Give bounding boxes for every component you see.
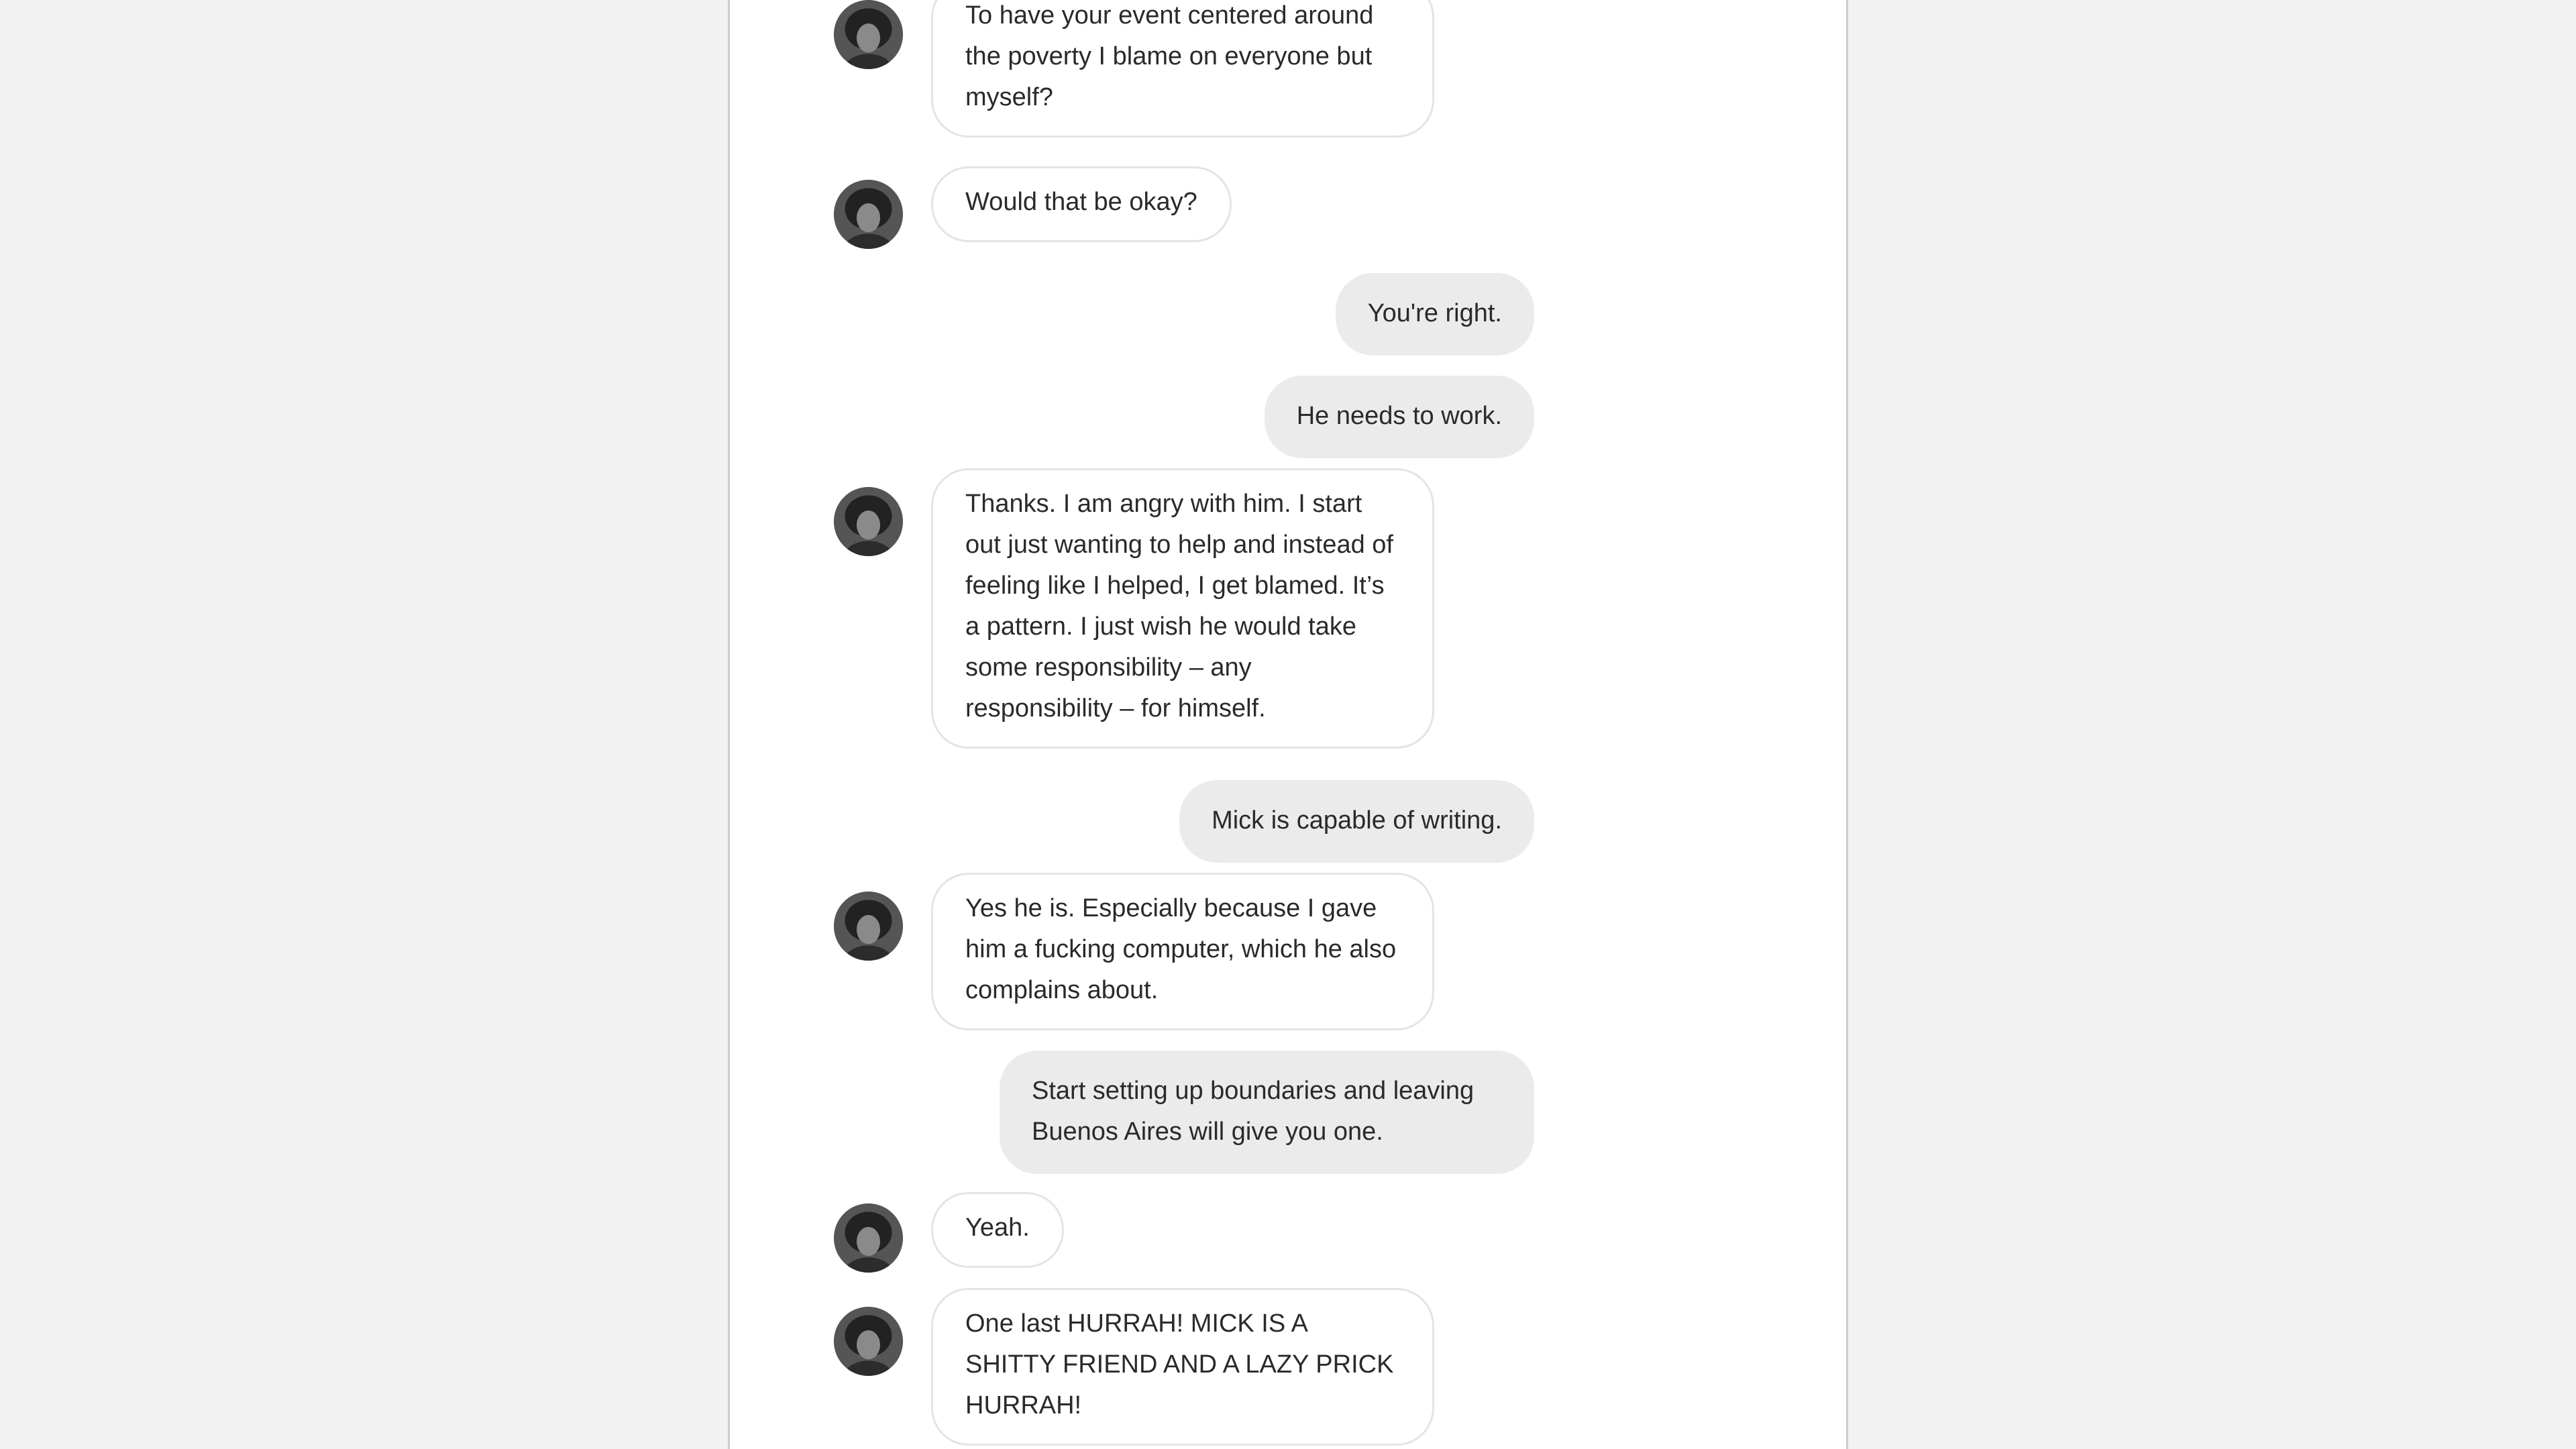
message-bubble: Yeah. — [931, 1192, 1064, 1268]
message-bubble: Mick is capable of writing. — [1179, 780, 1534, 863]
contact-avatar-icon[interactable] — [834, 487, 903, 556]
contact-avatar-icon[interactable] — [834, 1203, 903, 1273]
contact-avatar-icon[interactable] — [834, 1307, 903, 1376]
message-bubble: Yes he is. Especially because I gave him… — [931, 873, 1434, 1030]
message-bubble: Thanks. I am angry with him. I start out… — [931, 468, 1434, 749]
contact-avatar-icon[interactable] — [834, 0, 903, 69]
message-bubble: To have your event centered around the p… — [931, 0, 1434, 138]
message-bubble: He needs to work. — [1264, 376, 1534, 458]
contact-avatar-icon[interactable] — [834, 180, 903, 249]
message-bubble: Would that be okay? — [931, 166, 1232, 242]
contact-avatar-icon[interactable] — [834, 892, 903, 961]
message-bubble: You're right. — [1335, 273, 1534, 356]
message-bubble: One last HURRAH! MICK IS A SHITTY FRIEND… — [931, 1288, 1434, 1446]
chat-column[interactable]: To have your event centered around the p… — [728, 0, 1848, 1449]
message-bubble: Start setting up boundaries and leaving … — [1000, 1051, 1534, 1174]
